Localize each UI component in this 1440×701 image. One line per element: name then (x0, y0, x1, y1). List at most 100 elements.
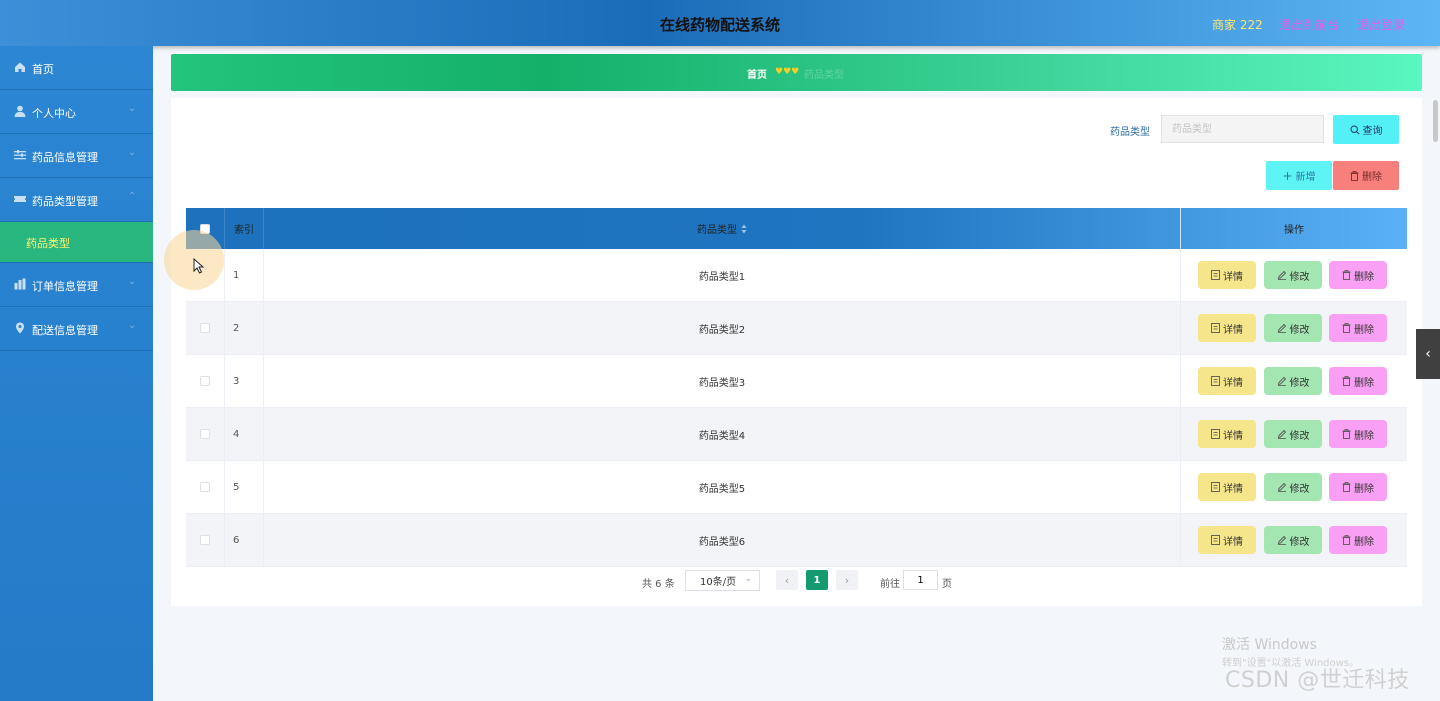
column-header-index: 索引 (224, 208, 263, 249)
page-size-value: 10条/页 (700, 577, 737, 588)
detail-button[interactable]: 详情 (1198, 473, 1256, 501)
delete-button[interactable]: 删除 (1329, 314, 1387, 342)
logout-link[interactable]: 退出登录 (1357, 16, 1405, 33)
edit-button-label: 修改 (1289, 324, 1310, 336)
column-header-actions: 操作 (1180, 208, 1407, 249)
sidebar-item-personal[interactable]: 个人中心 ⌄ (0, 90, 153, 134)
detail-button[interactable]: 详情 (1198, 526, 1256, 554)
column-header-type[interactable]: 药品类型 (263, 208, 1180, 249)
home-icon (15, 62, 25, 72)
row-index: 2 (224, 302, 263, 354)
row-checkbox-cell (186, 302, 224, 354)
detail-button-label: 详情 (1223, 430, 1243, 442)
row-checkbox[interactable] (200, 429, 210, 439)
edit-button[interactable]: 修改 (1264, 314, 1322, 342)
query-button[interactable]: 查询 (1333, 115, 1399, 144)
row-checkbox[interactable] (200, 482, 210, 492)
row-checkbox[interactable] (200, 323, 210, 333)
delete-button[interactable]: 删除 (1329, 367, 1387, 395)
sidebar-item-label: 首页 (32, 63, 54, 76)
heart-icon: ♥♥♥ (775, 67, 800, 77)
breadcrumb: 首页 ♥♥♥ 药品类型 (171, 54, 1422, 91)
detail-button[interactable]: 详情 (1198, 261, 1256, 289)
edit-icon (1277, 376, 1286, 386)
row-checkbox[interactable] (200, 376, 210, 386)
table-row: 5 药品类型5 详情 修改 删除 (186, 461, 1407, 514)
table-row: 1 药品类型1 详情 修改 删除 (186, 249, 1407, 302)
sidebar-subitem-drug-type[interactable]: 药品类型 (0, 222, 153, 263)
sort-icon[interactable] (741, 224, 747, 234)
page-size-select[interactable]: 10条/页 ⌄ (685, 570, 760, 591)
sidebar-item-drug-info[interactable]: 药品信息管理 ⌄ (0, 134, 153, 178)
row-checkbox-cell (186, 355, 224, 407)
breadcrumb-home[interactable]: 首页 (747, 66, 767, 81)
batch-delete-button[interactable]: 删除 (1333, 161, 1399, 190)
row-checkbox-cell (186, 461, 224, 513)
delete-button[interactable]: 删除 (1329, 473, 1387, 501)
mouse-cursor-icon (193, 258, 205, 274)
prev-page-button[interactable]: ‹ (776, 570, 798, 590)
delete-button[interactable]: 删除 (1329, 261, 1387, 289)
chevron-left-icon: ‹ (1425, 346, 1431, 362)
delete-button[interactable]: 删除 (1329, 420, 1387, 448)
goto-page-input[interactable] (903, 570, 938, 590)
document-icon (1211, 429, 1220, 439)
detail-button[interactable]: 详情 (1198, 420, 1256, 448)
trash-icon (1342, 376, 1351, 386)
back-to-front-link[interactable]: 退出到前台 (1279, 16, 1339, 33)
row-drug-type: 药品类型2 (263, 302, 1180, 354)
edit-button[interactable]: 修改 (1264, 420, 1322, 448)
edit-icon (1277, 429, 1286, 439)
chevron-down-icon: ⌄ (128, 276, 137, 287)
edit-button-label: 修改 (1289, 483, 1310, 495)
chevron-up-icon: ⌃ (128, 191, 137, 202)
edit-button[interactable]: 修改 (1264, 261, 1322, 289)
edit-icon (1277, 482, 1286, 492)
row-drug-type: 药品类型6 (263, 514, 1180, 566)
sidebar-item-label: 配送信息管理 (32, 324, 98, 337)
add-button[interactable]: + 新增 (1266, 161, 1332, 190)
edit-button[interactable]: 修改 (1264, 526, 1322, 554)
detail-button-label: 详情 (1223, 271, 1243, 283)
sidebar: 首页 个人中心 ⌄ 药品信息管理 ⌄ 药品类型管理 ⌃ 药品类型 订单信息管理 … (0, 46, 153, 701)
edit-icon (1277, 270, 1286, 280)
search-label: 药品类型 (1110, 127, 1150, 138)
chevron-down-icon: ⌄ (128, 147, 137, 158)
edit-icon (1277, 535, 1286, 545)
detail-button-label: 详情 (1223, 377, 1243, 389)
table-row: 6 药品类型6 详情 修改 删除 (186, 514, 1407, 567)
sidebar-item-home[interactable]: 首页 (0, 46, 153, 90)
detail-button-label: 详情 (1223, 483, 1243, 495)
sidebar-item-label: 个人中心 (32, 107, 76, 120)
page-number-button[interactable]: 1 (806, 570, 828, 590)
row-index: 1 (224, 249, 263, 301)
ticket-icon (14, 196, 26, 202)
sidebar-item-orders[interactable]: 订单信息管理 ⌄ (0, 263, 153, 307)
chevron-down-icon: ⌄ (744, 574, 752, 584)
delete-button[interactable]: 删除 (1329, 526, 1387, 554)
column-header-type-label: 药品类型 (697, 225, 737, 236)
detail-button[interactable]: 详情 (1198, 314, 1256, 342)
sliders-icon (14, 150, 26, 160)
table-row: 4 药品类型4 详情 修改 删除 (186, 408, 1407, 461)
delete-button-label: 删除 (1354, 324, 1374, 336)
scrollbar-thumb[interactable] (1433, 100, 1438, 142)
next-page-button[interactable]: › (836, 570, 858, 590)
row-checkbox[interactable] (200, 535, 210, 545)
search-input[interactable] (1161, 115, 1324, 143)
pagination-total: 共 6 条 (642, 579, 675, 590)
row-drug-type: 药品类型1 (263, 249, 1180, 301)
trash-icon (1342, 535, 1351, 545)
row-index: 6 (224, 514, 263, 566)
windows-activate-title: 激活 Windows (1222, 637, 1317, 653)
edit-button[interactable]: 修改 (1264, 367, 1322, 395)
delete-button-label: 删除 (1354, 430, 1374, 442)
sidebar-item-drug-type[interactable]: 药品类型管理 ⌃ (0, 178, 153, 222)
detail-button[interactable]: 详情 (1198, 367, 1256, 395)
collapse-panel-button[interactable]: ‹ (1416, 329, 1440, 379)
chevron-left-icon: ‹ (784, 573, 790, 587)
delete-button-label: 删除 (1354, 536, 1374, 548)
goto-label: 前往 (880, 579, 900, 590)
sidebar-item-delivery[interactable]: 配送信息管理 ⌄ (0, 307, 153, 351)
edit-button[interactable]: 修改 (1264, 473, 1322, 501)
